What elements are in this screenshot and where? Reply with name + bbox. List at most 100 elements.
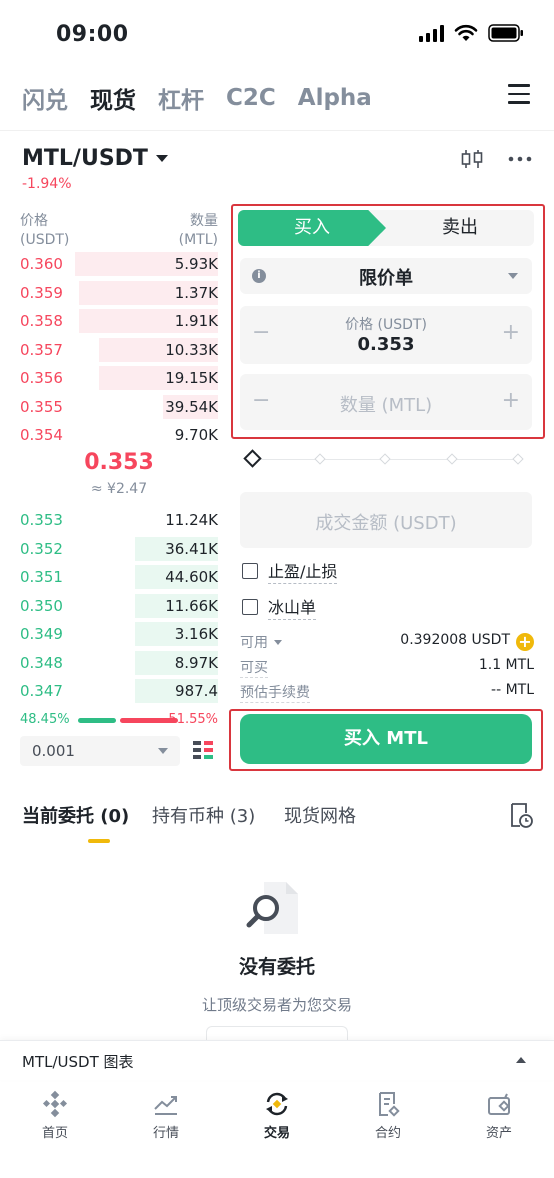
status-icons [419,24,524,42]
bid-row[interactable]: 0.352 36.41K [20,535,218,563]
tab-spot-grid[interactable]: 现货网格 [284,802,356,828]
orders-tabs: 当前委托 (0) 持有币种 (3) 现货网格 [22,802,534,843]
buy-sell-ratio: 48.45% 51.55% [20,712,218,730]
tab-spot[interactable]: 现货 [90,81,136,115]
precision-select[interactable]: 0.001 [20,736,180,766]
bid-row[interactable]: 0.353 11.24K [20,506,218,534]
status-bar: 09:00 [0,0,554,72]
can-buy-label: 可买 [240,657,268,678]
add-funds-icon[interactable]: + [516,633,534,651]
row-quantity: 5.93K [174,255,218,273]
chevron-down-icon [158,748,168,754]
pair-symbol: MTL/USDT [22,146,148,171]
ask-row[interactable]: 0.356 19.15K [20,364,218,392]
tab-open-orders[interactable]: 当前委托 (0) [22,802,129,828]
slider-tick-75[interactable] [446,453,458,465]
buy-tab[interactable]: 买入 [238,210,386,246]
nav-home-label: 首页 [41,1126,68,1141]
available-value: 0.392008 USDT [400,632,510,648]
chart-drawer-bar[interactable]: MTL/USDT 图表 [0,1040,554,1080]
bid-row[interactable]: 0.350 11.66K [20,592,218,620]
slider-tick-50[interactable] [379,453,391,465]
ask-row[interactable]: 0.360 5.93K [20,250,218,278]
tab-margin[interactable]: 杠杆 [158,81,204,115]
top-tabs: 闪兑 现货 杠杆 C2C Alpha [22,80,542,116]
plus-icon[interactable]: + [502,320,520,345]
amount-slider[interactable] [243,449,526,468]
nav-wallet[interactable]: 资产 [449,1090,549,1141]
last-price: 0.353 [84,450,154,475]
plus-icon[interactable]: + [502,388,520,413]
price-header: 价格 [20,213,48,229]
empty-title: 没有委托 [238,956,315,978]
tab-c2c[interactable]: C2C [226,85,276,111]
slider-tick-25[interactable] [314,453,326,465]
active-tab-underline [88,839,110,843]
pair-selector[interactable]: MTL/USDT [22,146,168,171]
tp-sl-checkbox[interactable]: 止盈/止损 [242,558,338,584]
nav-futures[interactable]: 合约 [338,1090,438,1141]
tab-holdings[interactable]: 持有币种 (3) [152,802,255,828]
empty-subtitle: 让顶级交易者为您交易 [201,996,352,1014]
futures-icon [379,1092,400,1117]
row-quantity: 36.41K [165,539,218,558]
order-type-select[interactable]: i 限价单 [240,258,532,294]
precision-value: 0.001 [32,742,75,760]
wallet-icon [488,1093,510,1115]
row-quantity: 11.24K [165,511,218,529]
nav-trade[interactable]: 交易 [227,1090,327,1141]
tab-alpha[interactable]: Alpha [298,85,372,111]
ask-row[interactable]: 0.358 1.91K [20,307,218,335]
menu-icon[interactable] [508,84,530,104]
row-price: 0.359 [20,283,63,302]
pair-change: -1.94% [22,176,72,192]
qty-unit: (MTL) [178,232,218,248]
nav-wallet-label: 资产 [485,1126,512,1141]
row-quantity: 39.54K [165,397,218,416]
bid-row[interactable]: 0.348 8.97K [20,649,218,677]
home-icon [42,1090,68,1118]
tp-sl-label: 止盈/止损 [268,558,338,584]
iceberg-checkbox[interactable]: 冰山单 [242,594,317,620]
slider-handle[interactable] [243,449,262,468]
last-price-block[interactable]: 0.353 ≈ ¥2.47 [20,450,218,497]
order-history-icon[interactable] [508,802,534,830]
more-icon[interactable] [508,156,532,162]
row-quantity: 44.60K [165,568,218,586]
orderbook-layout-icon[interactable] [192,740,214,762]
bid-row[interactable]: 0.349 3.16K [20,620,218,648]
ask-row[interactable]: 0.354 9.70K [20,421,218,449]
row-price: 0.354 [20,426,63,444]
row-quantity: 10.33K [165,340,218,359]
nav-markets[interactable]: 行情 [116,1090,216,1141]
candlestick-chart-icon[interactable] [460,148,484,170]
slider-tick-100[interactable] [512,453,524,465]
divider [0,130,554,131]
order-type-value: 限价单 [359,268,413,289]
sell-tab[interactable]: 卖出 [386,210,534,246]
tab-convert[interactable]: 闪兑 [22,81,68,115]
buy-button[interactable]: 买入 MTL [240,714,532,764]
nav-futures-label: 合约 [374,1126,401,1141]
bid-row[interactable]: 0.347 987.4 [20,677,218,705]
quantity-placeholder: 数量 (MTL) [339,395,433,416]
battery-icon [488,24,523,42]
signal-icon [419,24,444,42]
price-input-label: 价格 (USDT) [345,317,427,333]
bid-row[interactable]: 0.351 44.60K [20,563,218,591]
available-row: 可用 0.392008 USDT + [240,632,534,652]
price-input[interactable]: − 价格 (USDT) 0.353 + [240,306,532,364]
row-quantity: 1.91K [174,312,218,330]
ask-row[interactable]: 0.359 1.37K [20,279,218,307]
qty-header: 数量 [190,213,218,229]
caret-down-icon [155,155,168,162]
total-input[interactable]: 成交金额 (USDT) [240,492,532,548]
iceberg-label: 冰山单 [268,594,317,620]
price-input-value: 0.353 [357,334,415,355]
nav-home[interactable]: 首页 [5,1090,105,1141]
ask-row[interactable]: 0.355 39.54K [20,393,218,421]
quantity-input[interactable]: − 数量 (MTL) + [240,374,532,430]
available-label-wrap[interactable]: 可用 [240,632,282,652]
ask-row[interactable]: 0.357 10.33K [20,336,218,364]
fee-value: -- MTL [491,682,534,698]
